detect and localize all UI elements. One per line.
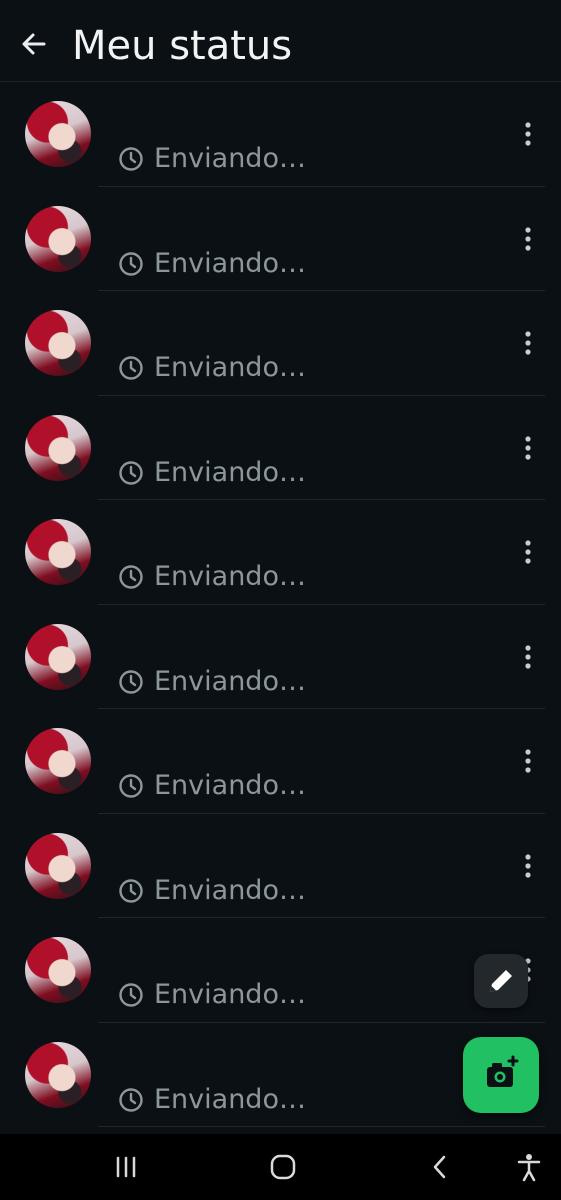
status-menu-button[interactable]: [514, 536, 542, 568]
clock-icon: [118, 355, 144, 381]
status-item[interactable]: Enviando…: [0, 709, 561, 814]
more-vert-icon: [525, 540, 531, 564]
more-vert-icon: [525, 749, 531, 773]
status-line: Enviando…: [118, 353, 306, 383]
status-item[interactable]: Enviando…: [0, 814, 561, 918]
status-text: Enviando…: [154, 352, 306, 383]
system-navigation-bar: [0, 1134, 561, 1200]
clock-icon: [118, 669, 144, 695]
clock-icon: [118, 564, 144, 590]
arrow-back-icon: [22, 33, 46, 55]
camera-add-icon: [487, 1055, 519, 1087]
status-thumbnail[interactable]: [25, 1041, 91, 1108]
status-menu-button[interactable]: [514, 327, 542, 359]
accessibility-button[interactable]: [512, 1150, 546, 1184]
more-vert-icon: [525, 853, 531, 878]
status-menu-button[interactable]: [514, 118, 542, 150]
status-item[interactable]: Enviando…: [0, 396, 561, 500]
status-line: Enviando…: [118, 144, 306, 174]
more-vert-icon: [525, 435, 531, 460]
status-text: Enviando…: [154, 1083, 306, 1115]
divider: [98, 1126, 545, 1127]
status-item[interactable]: Enviando…: [0, 291, 561, 396]
recent-apps-button[interactable]: [109, 1150, 143, 1184]
more-vert-icon: [525, 226, 531, 251]
edit-text-status-button[interactable]: [474, 954, 528, 1008]
status-thumbnail[interactable]: [25, 519, 91, 585]
status-text: Enviando…: [154, 979, 306, 1010]
status-thumbnail[interactable]: [25, 623, 91, 690]
clock-icon: [118, 982, 144, 1008]
status-text: Enviando…: [154, 247, 306, 279]
status-text: Enviando…: [154, 770, 306, 801]
pencil-icon: [490, 970, 512, 992]
status-text: Enviando…: [154, 665, 306, 697]
status-line: Enviando…: [118, 874, 306, 906]
status-text: Enviando…: [154, 874, 306, 906]
status-menu-button[interactable]: [514, 432, 542, 464]
home-button[interactable]: [266, 1150, 300, 1184]
status-item[interactable]: Enviando…: [0, 605, 561, 709]
status-line: Enviando…: [118, 562, 306, 592]
status-menu-button[interactable]: [514, 850, 542, 882]
more-vert-icon: [525, 331, 531, 355]
more-vert-icon: [525, 644, 531, 669]
status-line: Enviando…: [118, 665, 306, 697]
status-menu-button[interactable]: [514, 745, 542, 777]
status-line: Enviando…: [118, 771, 306, 801]
clock-icon: [118, 1087, 144, 1113]
status-item[interactable]: Enviando…: [0, 187, 561, 291]
home-icon: [270, 1154, 296, 1180]
clock-icon: [118, 460, 144, 486]
clock-icon: [118, 146, 144, 172]
clock-icon: [118, 773, 144, 799]
status-thumbnail[interactable]: [25, 937, 91, 1003]
back-button[interactable]: [14, 24, 54, 64]
status-line: Enviando…: [118, 980, 306, 1010]
status-thumbnail[interactable]: [25, 414, 91, 481]
status-thumbnail[interactable]: [25, 728, 91, 794]
add-photo-status-button[interactable]: [463, 1037, 539, 1113]
status-item[interactable]: Enviando…: [0, 82, 561, 187]
clock-icon: [118, 251, 144, 277]
status-line: Enviando…: [118, 247, 306, 279]
status-menu-button[interactable]: [514, 223, 542, 255]
clock-icon: [118, 878, 144, 904]
status-item[interactable]: Enviando…: [0, 500, 561, 605]
top-app-bar: Meu status: [0, 0, 561, 82]
status-thumbnail[interactable]: [25, 832, 91, 899]
status-text: Enviando…: [154, 143, 306, 174]
back-icon: [433, 1155, 446, 1179]
status-thumbnail[interactable]: [25, 205, 91, 272]
status-text: Enviando…: [154, 456, 306, 488]
status-thumbnail[interactable]: [25, 101, 91, 167]
status-thumbnail[interactable]: [25, 310, 91, 376]
status-line: Enviando…: [118, 456, 306, 488]
status-menu-button[interactable]: [514, 641, 542, 673]
recent-apps-icon: [116, 1156, 136, 1178]
page-title: Meu status: [72, 23, 293, 69]
status-line: Enviando…: [118, 1083, 306, 1115]
accessibility-icon: [517, 1154, 541, 1182]
status-text: Enviando…: [154, 561, 306, 592]
system-back-button[interactable]: [423, 1150, 457, 1184]
more-vert-icon: [525, 122, 531, 146]
